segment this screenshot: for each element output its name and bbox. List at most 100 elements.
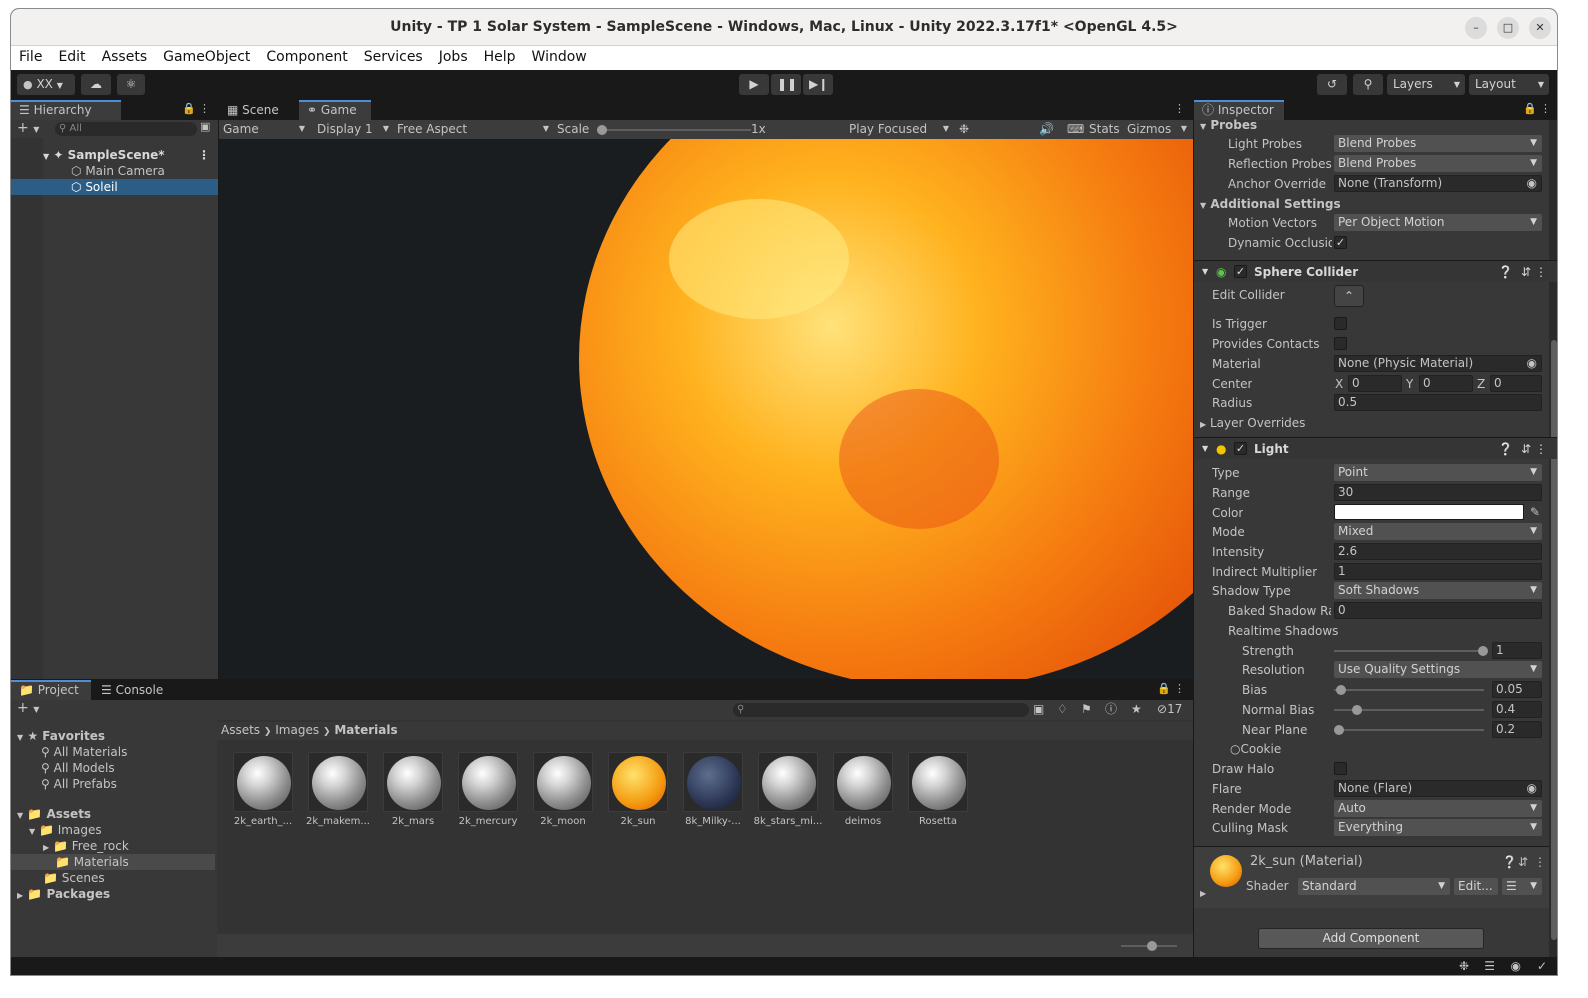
menu-window[interactable]: Window	[524, 46, 595, 65]
more-icon[interactable]: ⋮	[1540, 102, 1551, 115]
asset-thumb-deimos[interactable]	[833, 752, 893, 812]
stats-button[interactable]: Stats	[1089, 120, 1120, 138]
scale-slider-knob[interactable]	[597, 125, 607, 135]
layer-overrides-foldout[interactable]: ▶ Layer Overrides	[1200, 414, 1305, 434]
anchor-override-field[interactable]: None (Transform) ◉	[1334, 175, 1542, 192]
more-icon[interactable]: ⋮	[198, 147, 210, 163]
asset-label-2k-mercury[interactable]: 2k_mercury	[448, 816, 528, 827]
tab-game[interactable]: ⚭ Game	[299, 100, 371, 120]
hierarchy-search-input[interactable]: ⚲ All	[55, 122, 197, 136]
asset-thumb-8k-stars[interactable]	[758, 752, 818, 812]
menu-component[interactable]: Component	[258, 46, 355, 65]
asset-label-2k-sun[interactable]: 2k_sun	[598, 816, 678, 827]
sphere-collider-enabled-checkbox[interactable]: ✓	[1234, 265, 1247, 278]
light-enabled-checkbox[interactable]: ✓	[1234, 442, 1247, 455]
stack-icon[interactable]: ☰	[1484, 959, 1495, 973]
indirect-multiplier-field[interactable]: 1	[1334, 563, 1542, 580]
near-plane-field[interactable]: 0.2	[1492, 721, 1542, 738]
lock-icon[interactable]: 🔒	[1157, 682, 1171, 695]
motion-vectors-dropdown[interactable]: Per Object Motion ▼	[1334, 214, 1542, 231]
reflection-probes-dropdown[interactable]: Blend Probes ▼	[1334, 155, 1542, 172]
add-icon[interactable]: + ▼	[17, 700, 39, 716]
shader-edit-button[interactable]: Edit...	[1454, 878, 1498, 895]
more-icon[interactable]: ⋮	[1174, 682, 1185, 695]
free-rock-folder[interactable]: ▶ 📁 Free_rock	[11, 838, 215, 854]
intensity-field[interactable]: 2.6	[1334, 543, 1542, 560]
light-type-dropdown[interactable]: Point ▼	[1334, 464, 1542, 481]
menu-edit[interactable]: Edit	[50, 46, 93, 65]
keyboard-icon[interactable]: ⌨	[1067, 120, 1084, 138]
preset-icon[interactable]: ⇵	[1521, 438, 1531, 460]
menu-file[interactable]: File	[11, 46, 50, 65]
gizmos-dropdown[interactable]: Gizmos ▼	[1127, 120, 1187, 138]
maximize-button[interactable]: □	[1497, 17, 1519, 39]
asset-thumb-rosetta[interactable]	[908, 752, 968, 812]
account-dropdown[interactable]: ● XX ▼	[17, 74, 75, 95]
favorites-folder[interactable]: ▼ ★ Favorites	[11, 728, 215, 744]
more-icon[interactable]: ⋮	[199, 102, 210, 115]
packages-folder[interactable]: ▶ 📁 Packages	[11, 886, 215, 902]
asset-thumb-2k-mars[interactable]	[383, 752, 443, 812]
culling-mask-dropdown[interactable]: Everything ▼	[1334, 819, 1542, 836]
preset-icon[interactable]: ⇵	[1518, 853, 1528, 871]
asset-label-deimos[interactable]: deimos	[823, 816, 903, 827]
is-trigger-checkbox[interactable]	[1334, 317, 1347, 330]
object-picker-icon[interactable]: ◉	[1527, 781, 1537, 796]
add-component-button[interactable]: Add Component	[1258, 928, 1484, 949]
icon-size-slider-knob[interactable]	[1147, 941, 1157, 951]
asset-thumb-2k-makemake[interactable]	[308, 752, 368, 812]
lock-icon[interactable]: 🔒	[182, 102, 196, 115]
check-circle-icon[interactable]: ✓	[1537, 959, 1547, 973]
center-x-field[interactable]: 0	[1348, 375, 1402, 392]
more-icon[interactable]: ⋮	[1534, 853, 1546, 871]
layers-dropdown[interactable]: Layers ▼	[1387, 74, 1465, 95]
search-scope-icon[interactable]: ▣	[1033, 700, 1044, 718]
scenes-folder[interactable]: 📁 Scenes	[11, 870, 215, 886]
resolution-dropdown[interactable]: Use Quality Settings ▼	[1334, 661, 1542, 678]
menu-gameobject[interactable]: GameObject	[155, 46, 258, 65]
object-picker-icon[interactable]: ◉	[1527, 356, 1537, 371]
probes-header[interactable]: ▼ Probes	[1200, 116, 1257, 136]
flare-field[interactable]: None (Flare) ◉	[1334, 780, 1542, 797]
near-plane-slider[interactable]	[1334, 729, 1484, 731]
filter-type-icon[interactable]: ♢	[1057, 700, 1068, 718]
collab-icon[interactable]: ⚛	[117, 74, 145, 95]
hierarchy-item-main-camera[interactable]: ⬡ Main Camera	[11, 163, 218, 179]
asset-label-2k-makemake[interactable]: 2k_makem...	[298, 816, 378, 827]
close-button[interactable]: ✕	[1529, 17, 1551, 39]
asset-label-2k-mars[interactable]: 2k_mars	[373, 816, 453, 827]
bias-slider[interactable]	[1334, 689, 1484, 691]
dynamic-occlusion-checkbox[interactable]: ✓	[1334, 236, 1347, 249]
breadcrumb-assets[interactable]: Assets	[221, 723, 260, 737]
asset-label-rosetta[interactable]: Rosetta	[898, 816, 978, 827]
asset-thumb-8k-milky[interactable]	[683, 752, 743, 812]
fav-all-models[interactable]: ⚲ All Models	[11, 760, 215, 776]
eyedropper-icon[interactable]: ✎	[1530, 503, 1540, 521]
center-z-field[interactable]: 0	[1490, 375, 1542, 392]
assets-folder[interactable]: ▼ 📁 Assets	[11, 806, 215, 822]
search-icon[interactable]: ⚲	[1353, 74, 1383, 95]
light-header[interactable]: ▼ ● ✓ Light ❔ ⇵ ⋮	[1194, 437, 1557, 460]
bias-field[interactable]: 0.05	[1492, 681, 1542, 698]
asset-thumb-2k-moon[interactable]	[533, 752, 593, 812]
sphere-collider-header[interactable]: ▼ ◉ ✓ Sphere Collider ❔ ⇵ ⋮	[1194, 260, 1557, 282]
normal-bias-slider-knob[interactable]	[1352, 705, 1362, 715]
chevron-right-icon[interactable]: ▶	[1200, 883, 1206, 903]
log-icon[interactable]: ⓘ	[1105, 700, 1117, 718]
scrollbar-thumb[interactable]	[1551, 340, 1557, 940]
materials-folder[interactable]: 📁 Materials	[11, 854, 215, 870]
cloud-icon[interactable]: ☁	[81, 74, 111, 95]
light-color-field[interactable]	[1334, 504, 1524, 520]
inspector-scrollbar[interactable]	[1549, 120, 1557, 957]
normal-bias-field[interactable]: 0.4	[1492, 701, 1542, 718]
cookie-field[interactable]: ○Cookie	[1230, 740, 1281, 758]
fav-all-prefabs[interactable]: ⚲ All Prefabs	[11, 776, 215, 792]
hidden-packages-button[interactable]: ⊘17	[1157, 700, 1182, 718]
tab-console[interactable]: ☰ Console	[93, 680, 173, 700]
shader-options-button[interactable]: ☰ ▼	[1502, 878, 1542, 895]
strength-field[interactable]: 1	[1492, 642, 1542, 659]
render-mode-dropdown[interactable]: Auto ▼	[1334, 800, 1542, 817]
asset-thumb-2k-sun[interactable]	[608, 752, 668, 812]
center-y-field[interactable]: 0	[1419, 375, 1473, 392]
tab-project[interactable]: 📁 Project	[11, 680, 91, 700]
